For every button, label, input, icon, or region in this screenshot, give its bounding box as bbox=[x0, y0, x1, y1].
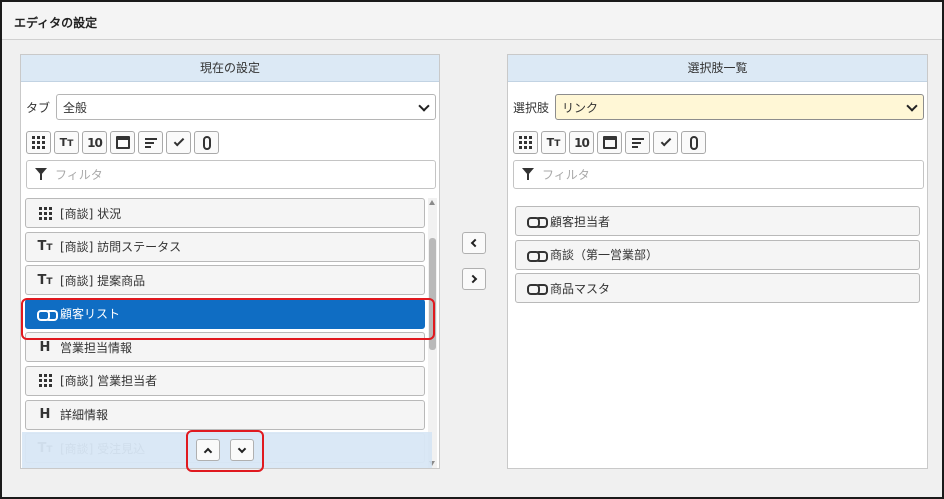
left-list-item[interactable]: [商談] 状況 bbox=[25, 198, 425, 228]
options-list-heading: 選択肢一覧 bbox=[508, 55, 927, 82]
left-list-item-label: [商談] 訪問ステータス bbox=[60, 240, 182, 255]
left-list-item[interactable]: H 詳細情報 bbox=[25, 399, 425, 430]
text-type-icon: TT bbox=[59, 136, 74, 149]
text-edit-filter-button[interactable] bbox=[625, 131, 650, 154]
check-icon bbox=[660, 135, 671, 147]
move-right-button[interactable] bbox=[462, 268, 486, 290]
chevron-left-icon bbox=[470, 238, 480, 248]
option-select-row: 選択肢 リンク bbox=[513, 94, 924, 120]
number-filter-button[interactable]: 10 bbox=[569, 131, 594, 154]
left-list-item-label: [商談] 状況 bbox=[60, 206, 122, 221]
number-filter-button[interactable]: 10 bbox=[82, 131, 107, 154]
link-icon bbox=[526, 216, 548, 228]
right-list-item-label: 顧客担当者 bbox=[550, 214, 611, 229]
text-edit-icon bbox=[631, 137, 644, 148]
right-list-item-label: 商品マスタ bbox=[550, 281, 611, 296]
link-icon bbox=[526, 250, 548, 262]
chevron-down-icon bbox=[907, 102, 917, 112]
date-filter-button[interactable] bbox=[110, 131, 135, 154]
left-filter-placeholder: フィルタ bbox=[55, 168, 103, 182]
text-type-icon: TT bbox=[546, 136, 561, 149]
grid-dots-icon bbox=[32, 136, 45, 149]
left-list-item[interactable]: TT [商談] 訪問ステータス bbox=[25, 231, 425, 262]
right-filter-input[interactable]: フィルタ bbox=[513, 160, 924, 189]
right-list-item[interactable]: 顧客担当者 bbox=[515, 206, 920, 236]
check-filter-button[interactable] bbox=[653, 131, 678, 154]
heading-icon: H bbox=[39, 407, 51, 423]
current-settings-panel: 現在の設定 タブ 全般 TT 10 フィルタ [商談] 状況 TT [商談] 訪… bbox=[20, 54, 440, 469]
left-list-item-label: [商談] 営業担当者 bbox=[60, 374, 158, 389]
calendar-icon bbox=[602, 136, 617, 149]
grid-dots-icon bbox=[519, 136, 532, 149]
dialog-title: エディタの設定 bbox=[2, 2, 942, 40]
selected-item-highlight bbox=[21, 298, 435, 340]
right-filter-placeholder: フィルタ bbox=[542, 168, 590, 182]
check-icon bbox=[173, 135, 184, 147]
number-icon: 10 bbox=[87, 135, 103, 150]
dialog-body: 現在の設定 タブ 全般 TT 10 フィルタ [商談] 状況 TT [商談] 訪… bbox=[2, 40, 942, 497]
grid-dots-filter-button[interactable] bbox=[513, 131, 538, 154]
paperclip-icon bbox=[202, 135, 211, 150]
filter-icon bbox=[522, 168, 534, 181]
left-list-item[interactable]: TT [商談] 提案商品 bbox=[25, 265, 425, 296]
options-list-panel: 選択肢一覧 選択肢 リンク TT 10 フィルタ 顧客担当者 商談（第一営業部）… bbox=[507, 54, 928, 469]
text-edit-filter-button[interactable] bbox=[138, 131, 163, 154]
chevron-right-icon bbox=[468, 274, 478, 284]
text-type-filter-button[interactable]: TT bbox=[54, 131, 79, 154]
tab-select[interactable]: 全般 bbox=[56, 94, 436, 120]
calendar-icon bbox=[115, 136, 130, 149]
right-list-item-label: 商談（第一営業部） bbox=[550, 248, 659, 263]
text-type-icon: TT bbox=[37, 272, 53, 288]
tab-select-label: タブ bbox=[26, 100, 51, 115]
reorder-buttons-highlight bbox=[186, 430, 264, 472]
grid-dots-filter-button[interactable] bbox=[26, 131, 51, 154]
grid-dots-icon bbox=[36, 206, 54, 220]
tab-select-row: タブ 全般 bbox=[26, 94, 436, 120]
attachment-filter-button[interactable] bbox=[194, 131, 219, 154]
text-edit-icon bbox=[144, 137, 157, 148]
left-list-item-label: [商談] 提案商品 bbox=[60, 273, 146, 288]
text-type-icon: TT bbox=[37, 239, 53, 255]
text-type-filter-button[interactable]: TT bbox=[541, 131, 566, 154]
left-list-item[interactable]: [商談] 営業担当者 bbox=[25, 365, 425, 396]
options-type-toolbar: TT 10 bbox=[513, 131, 706, 154]
editor-settings-dialog: エディタの設定 現在の設定 タブ 全般 TT 10 フィルタ [商談] 状況 T… bbox=[0, 0, 944, 499]
option-select-label: 選択肢 bbox=[513, 100, 550, 115]
left-filter-input[interactable]: フィルタ bbox=[26, 160, 436, 189]
chevron-down-icon bbox=[419, 102, 429, 112]
heading-icon: H bbox=[39, 339, 51, 355]
options-list: 顧客担当者商談（第一営業部） 商品マスタ bbox=[515, 206, 920, 476]
number-icon: 10 bbox=[574, 135, 590, 150]
left-list-item-label: 詳細情報 bbox=[60, 408, 109, 423]
current-settings-heading: 現在の設定 bbox=[21, 55, 439, 82]
attachment-filter-button[interactable] bbox=[681, 131, 706, 154]
left-list-item-label: 営業担当情報 bbox=[60, 340, 133, 355]
tab-select-value: 全般 bbox=[63, 100, 88, 115]
scroll-up-arrow-icon[interactable] bbox=[429, 200, 435, 205]
field-type-toolbar: TT 10 bbox=[26, 131, 219, 154]
link-icon bbox=[526, 283, 548, 296]
option-type-value: リンク bbox=[562, 100, 599, 115]
right-list-item[interactable]: 商品マスタ bbox=[515, 273, 920, 304]
filter-icon bbox=[35, 168, 47, 181]
paperclip-icon bbox=[689, 135, 698, 150]
date-filter-button[interactable] bbox=[597, 131, 622, 154]
check-filter-button[interactable] bbox=[166, 131, 191, 154]
option-type-select[interactable]: リンク bbox=[555, 94, 924, 120]
move-left-button[interactable] bbox=[462, 232, 486, 254]
right-list-item[interactable]: 商談（第一営業部） bbox=[515, 239, 920, 270]
grid-dots-icon bbox=[36, 374, 54, 388]
